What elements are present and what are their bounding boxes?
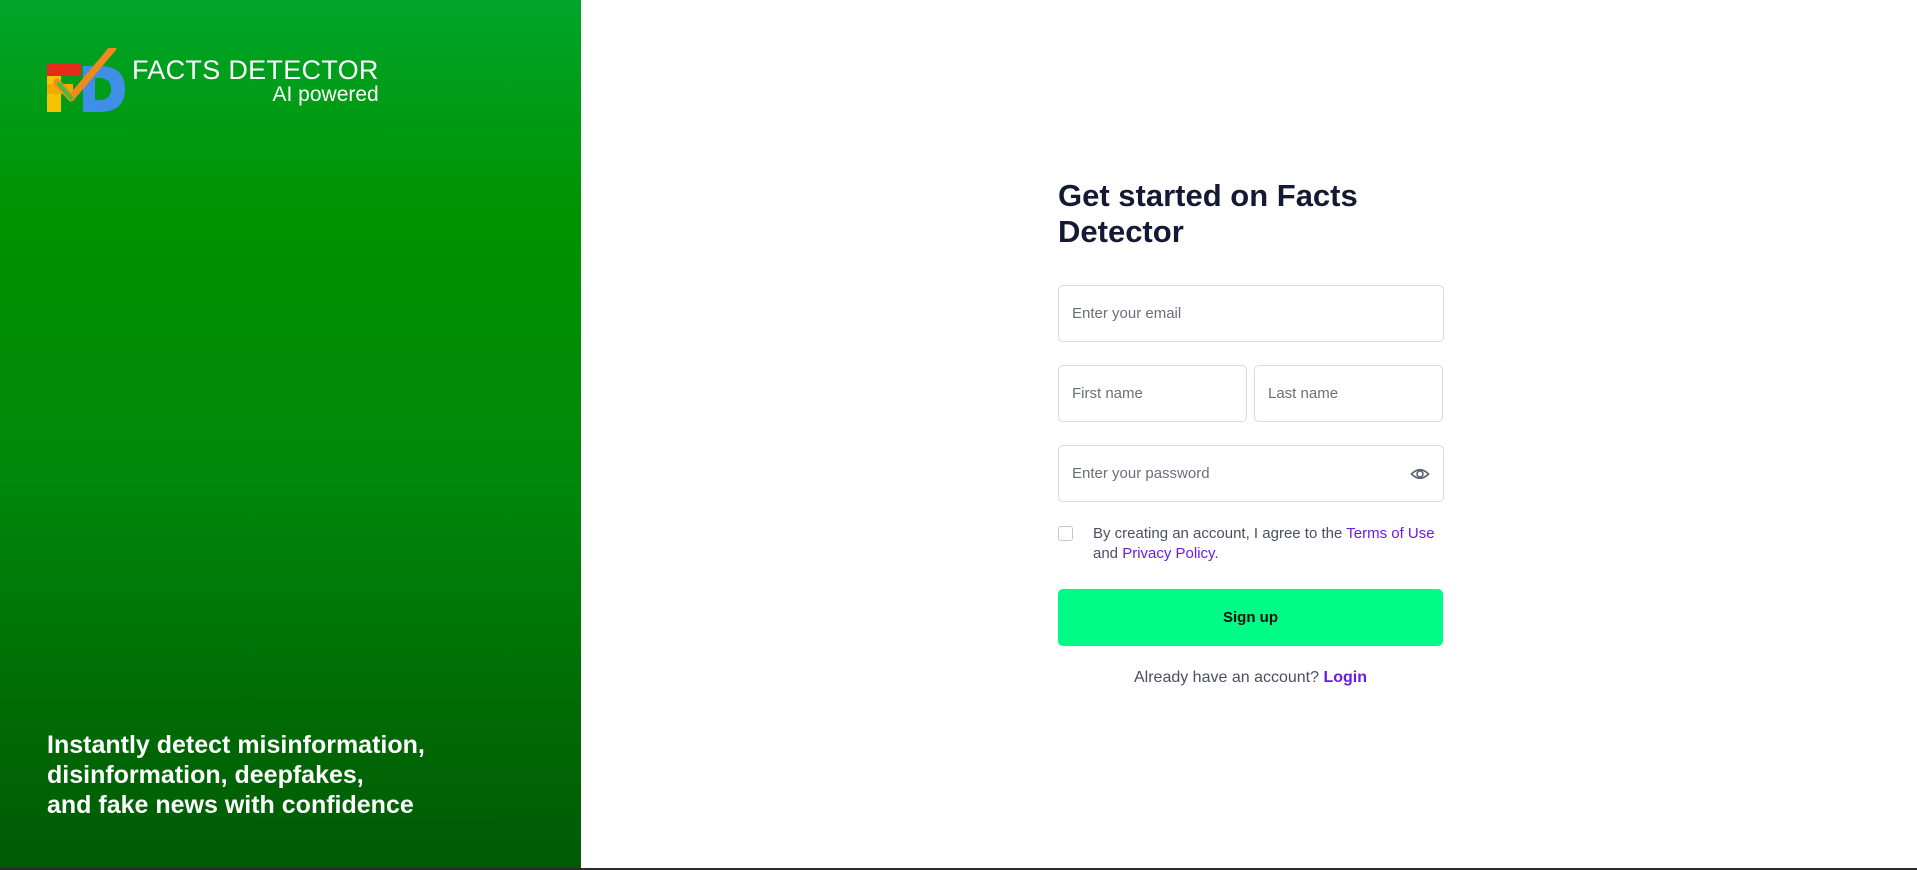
tagline: Instantly detect misinformation, disinfo… (47, 730, 517, 820)
eye-icon[interactable] (1410, 464, 1430, 484)
terms-checkbox[interactable] (1058, 526, 1073, 541)
brand-panel: FACTS DETECTOR AI powered Instantly dete… (0, 0, 581, 870)
password-field[interactable] (1058, 445, 1444, 502)
logo[interactable]: FACTS DETECTOR AI powered (47, 44, 379, 114)
first-name-field[interactable] (1058, 365, 1247, 422)
signup-form-header: Get started on Facts Detector (1058, 178, 1444, 250)
terms-text: By creating an account, I agree to the T… (1093, 524, 1448, 564)
tagline-line-3: and fake news with confidence (47, 791, 414, 819)
login-link[interactable]: Login (1323, 669, 1367, 686)
brand-title: FACTS DETECTOR (132, 55, 379, 85)
privacy-policy-link[interactable]: Privacy Policy (1122, 545, 1214, 562)
terms-of-use-link[interactable]: Terms of Use (1346, 525, 1434, 542)
tagline-line-1: Instantly detect misinformation, (47, 731, 425, 759)
login-prompt: Already have an account? Login (1058, 669, 1443, 687)
login-prompt-text: Already have an account? (1133, 669, 1324, 686)
page-title: Get started on Facts Detector (1058, 178, 1358, 249)
terms-suffix: . (1214, 545, 1219, 562)
tagline-line-2: disinformation, deepfakes, (47, 761, 364, 789)
last-name-input[interactable] (1268, 366, 1429, 421)
brand-subtitle: AI powered (272, 83, 379, 106)
first-name-input[interactable] (1072, 366, 1233, 421)
terms-agreement: By creating an account, I agree to the T… (1058, 524, 1448, 564)
fd-logo-icon (47, 44, 125, 114)
terms-prefix: By creating an account, I agree to the (1093, 525, 1347, 542)
logo-text: FACTS DETECTOR AI powered (132, 55, 379, 106)
password-input[interactable] (1072, 446, 1410, 501)
terms-middle: and (1093, 545, 1123, 562)
email-field[interactable] (1058, 285, 1444, 342)
email-input[interactable] (1072, 286, 1430, 341)
signup-button[interactable]: Sign up (1058, 589, 1443, 646)
last-name-field[interactable] (1254, 365, 1443, 422)
